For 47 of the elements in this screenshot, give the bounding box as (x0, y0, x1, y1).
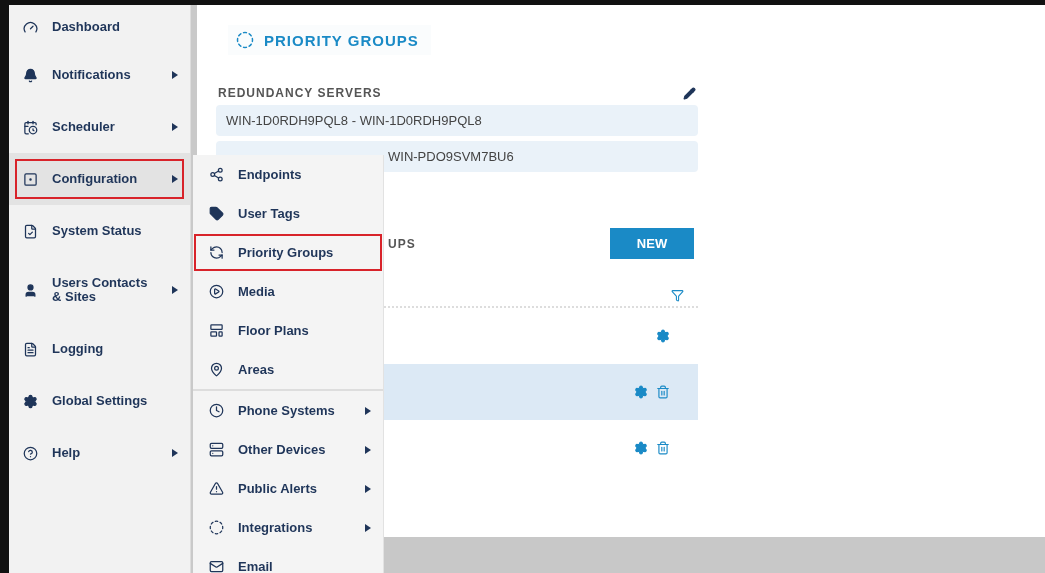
sidebar-item[interactable]: Logging (9, 323, 190, 375)
trash-icon[interactable] (656, 385, 670, 399)
submenu-item[interactable]: Public Alerts (193, 469, 383, 508)
sidebar-item[interactable]: Notifications (9, 49, 190, 101)
play-icon (209, 284, 224, 299)
sidebar-item[interactable]: Users Contacts & Sites (9, 257, 190, 323)
bell-icon (23, 67, 38, 83)
dashed-circle-icon (236, 31, 254, 49)
document-check-icon (23, 223, 38, 239)
title-text: PRIORITY GROUPS (264, 31, 419, 49)
mail-icon (209, 559, 224, 573)
submenu-item[interactable]: Areas (193, 350, 383, 389)
submenu-item[interactable]: User Tags (193, 194, 383, 233)
trash-icon[interactable] (656, 441, 670, 455)
dashed-circle-icon (209, 520, 224, 535)
submenu-item[interactable]: Other Devices (193, 430, 383, 469)
submenu-item[interactable]: Floor Plans (193, 311, 383, 350)
sidebar-item[interactable]: Help (9, 427, 190, 479)
map-pin-icon (209, 362, 224, 377)
gauge-icon (23, 19, 38, 35)
person-icon (23, 282, 38, 298)
submenu-item[interactable]: Integrations (193, 508, 383, 547)
warning-icon (209, 481, 224, 496)
sidebar-item[interactable]: System Status (9, 205, 190, 257)
submenu-item[interactable]: Phone Systems (193, 391, 383, 430)
refresh-icon (209, 245, 224, 260)
layout-icon (209, 323, 224, 338)
server-row: WIN-1D0RDH9PQL8 - WIN-1D0RDH9PQL8 (216, 105, 698, 136)
submenu-item[interactable]: Priority Groups (193, 233, 383, 272)
sidebar-item[interactable]: Scheduler (9, 101, 190, 153)
edit-icon[interactable] (683, 86, 696, 100)
section-label: UPS (388, 236, 416, 251)
new-button[interactable]: NEW (610, 228, 694, 259)
help-icon (23, 445, 38, 461)
server-icon (209, 442, 224, 457)
section-label: REDUNDANCY SERVERS (218, 86, 382, 100)
share-icon (209, 167, 224, 182)
tag-icon (209, 206, 224, 221)
clock-icon (209, 403, 224, 418)
submenu-item[interactable]: Media (193, 272, 383, 311)
sidebar-item[interactable]: Global Settings (9, 375, 190, 427)
submenu-item[interactable]: Email (193, 547, 383, 573)
filter-icon[interactable] (671, 289, 684, 302)
sidebar-item[interactable]: Dashboard (9, 5, 190, 49)
document-icon (23, 341, 38, 357)
calendar-icon (23, 119, 38, 135)
sidebar-item[interactable]: Configuration (9, 153, 190, 205)
